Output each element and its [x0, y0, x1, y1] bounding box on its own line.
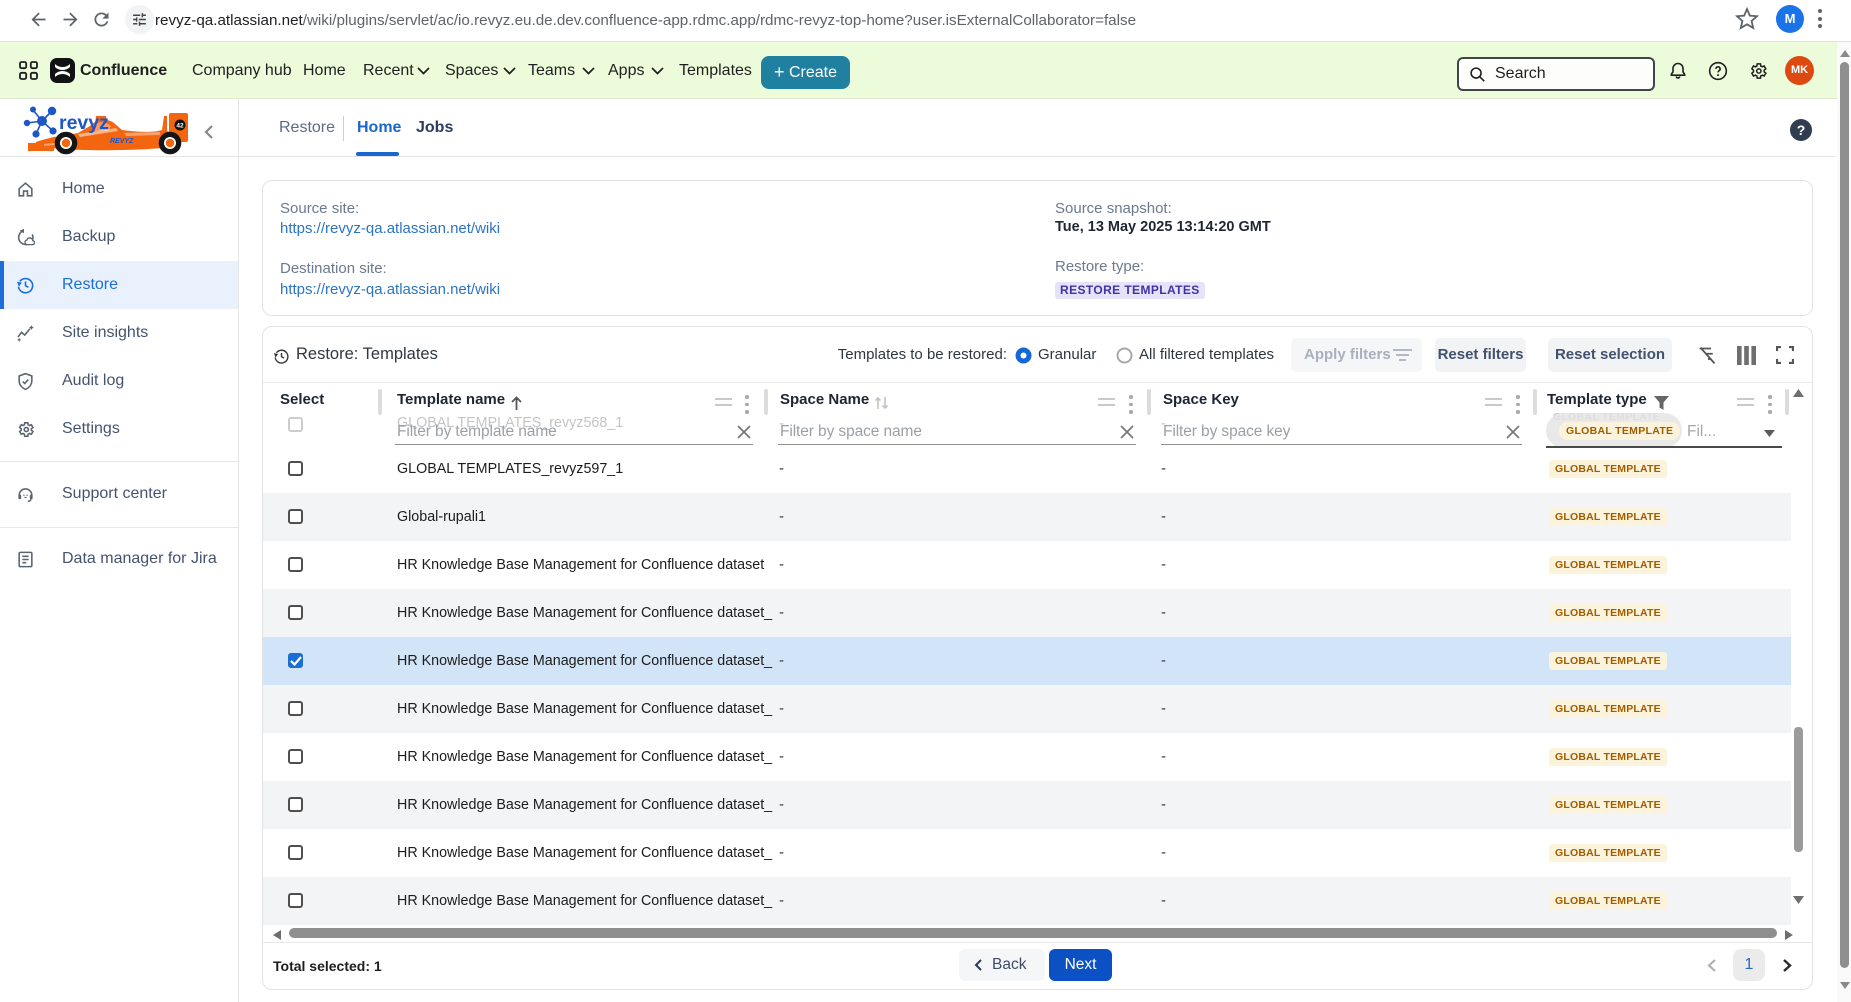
svg-text:revyz: revyz [59, 112, 109, 134]
svg-text:REVYZ: REVYZ [110, 138, 134, 145]
svg-text:42: 42 [176, 123, 184, 130]
